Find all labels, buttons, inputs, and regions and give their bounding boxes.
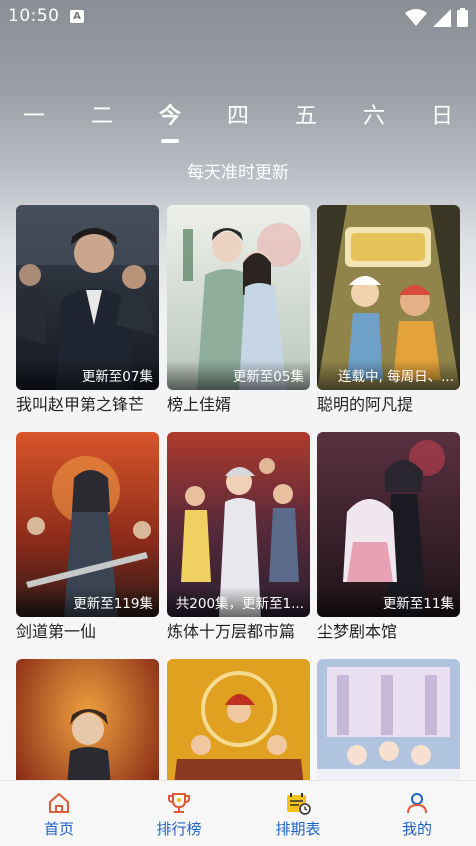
wifi-icon — [405, 8, 427, 26]
show-card[interactable]: 共200集，更新至1... 炼体十万层都市篇 — [167, 432, 310, 643]
show-poster[interactable]: 连载中, 每周日、... — [317, 205, 460, 390]
show-poster[interactable]: 共200集，更新至1... — [167, 432, 310, 617]
tab-today[interactable]: 今 — [150, 102, 190, 132]
episode-badge: 更新至119集 — [16, 587, 159, 617]
active-tab-indicator — [161, 139, 179, 143]
tab-saturday[interactable]: 六 — [354, 102, 394, 132]
status-bar: 10:50 A — [0, 0, 476, 34]
show-title[interactable]: 剑道第一仙 — [16, 621, 159, 643]
show-title[interactable]: 榜上佳婿 — [167, 394, 310, 416]
nav-label: 我的 — [401, 820, 432, 838]
nav-home[interactable]: 首页 — [19, 791, 99, 839]
show-poster[interactable]: 更新至07集 — [16, 205, 159, 390]
episode-badge: 连载中, 每周日、... — [317, 360, 460, 390]
calendar-icon — [287, 793, 311, 815]
show-poster[interactable]: 更新至119集 — [16, 432, 159, 617]
battery-icon — [457, 8, 468, 27]
show-card[interactable]: 更新至11集 尘梦剧本馆 — [317, 432, 460, 643]
show-title[interactable]: 我叫赵甲第之锋芒 — [16, 394, 159, 416]
home-icon — [49, 793, 69, 813]
show-card[interactable]: 更新至07集 我叫赵甲第之锋芒 — [16, 205, 159, 416]
episode-badge: 更新至05集 — [167, 360, 310, 390]
weekday-tabs: 一 二 今 四 五 六 日 — [0, 102, 476, 142]
tab-thursday[interactable]: 四 — [218, 102, 258, 132]
trophy-icon — [168, 793, 190, 813]
show-title[interactable]: 炼体十万层都市篇 — [167, 621, 310, 643]
tab-friday[interactable]: 五 — [286, 102, 326, 132]
show-card[interactable]: 连载中, 每周日、... 聪明的阿凡提 — [317, 205, 460, 416]
status-time: 10:50 — [8, 6, 60, 26]
show-card[interactable]: 更新至05集 榜上佳婿 — [167, 205, 310, 416]
nav-ranking[interactable]: 排行榜 — [139, 791, 219, 839]
nav-label: 排期表 — [275, 820, 321, 838]
show-poster[interactable]: 更新至05集 — [167, 205, 310, 390]
schedule-subtitle: 每天准时更新 — [187, 163, 289, 183]
tab-tuesday[interactable]: 二 — [82, 102, 122, 132]
episode-badge: 共200集，更新至1... — [167, 587, 310, 617]
show-title[interactable]: 尘梦剧本馆 — [317, 621, 460, 643]
show-title[interactable]: 聪明的阿凡提 — [317, 394, 460, 416]
episode-badge: 更新至11集 — [317, 587, 460, 617]
tab-monday[interactable]: 一 — [14, 102, 54, 132]
signal-icon — [433, 8, 451, 27]
show-poster[interactable]: 更新至11集 — [317, 432, 460, 617]
notification-a-icon: A — [70, 10, 84, 23]
status-icons — [405, 8, 468, 27]
episode-badge: 更新至07集 — [16, 360, 159, 390]
tab-sunday[interactable]: 日 — [422, 102, 462, 132]
nav-schedule[interactable]: 排期表 — [258, 791, 338, 839]
nav-profile[interactable]: 我的 — [377, 791, 457, 839]
nav-label: 首页 — [43, 820, 74, 838]
bottom-navigation: 首页 排行榜 排期表 我的 — [0, 780, 476, 846]
user-icon — [407, 793, 427, 814]
nav-label: 排行榜 — [156, 820, 202, 838]
show-card[interactable]: 更新至119集 剑道第一仙 — [16, 432, 159, 643]
